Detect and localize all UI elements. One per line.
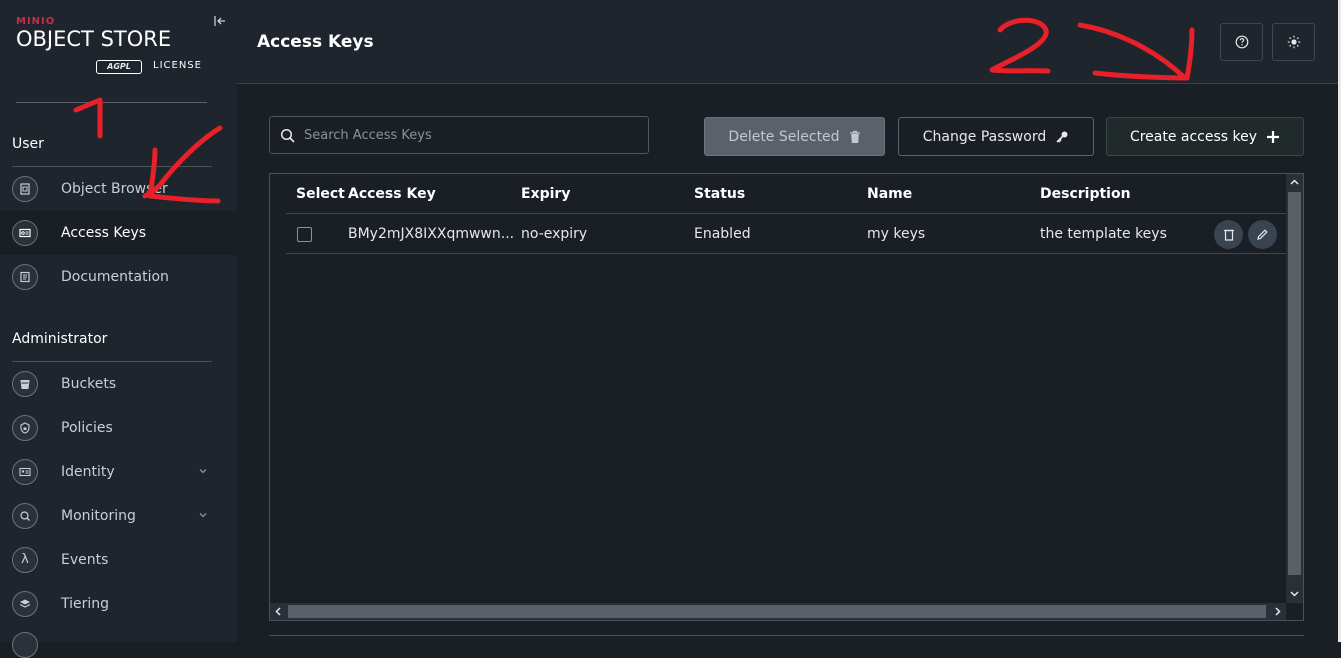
- row-select-checkbox[interactable]: [297, 227, 312, 242]
- cell-access-key: BMy2mJX8IXXqmwwn...: [348, 226, 515, 242]
- edit-row-button[interactable]: [1248, 220, 1277, 249]
- header-divider: [286, 213, 1286, 214]
- trash-icon: [849, 130, 860, 143]
- key-icon: [1056, 131, 1068, 143]
- sidebar-item-label: Access Keys: [61, 225, 147, 241]
- pagination-area: [269, 635, 1304, 642]
- sidebar-item-label: Buckets: [61, 376, 117, 392]
- create-access-key-button[interactable]: Create access key: [1106, 117, 1304, 156]
- vertical-scrollbar[interactable]: [1286, 174, 1303, 603]
- sidebar-item-identity[interactable]: Identity: [0, 450, 237, 494]
- sidebar-item-object-browser[interactable]: Object Browser: [0, 167, 237, 211]
- change-password-label: Change Password: [922, 128, 1047, 145]
- row-divider: [286, 253, 1286, 254]
- trash-icon: [1223, 229, 1234, 241]
- change-password-button[interactable]: Change Password: [898, 117, 1094, 156]
- scroll-down-icon[interactable]: [1289, 588, 1300, 599]
- sidebar-item-label: Tiering: [61, 596, 110, 612]
- sidebar-item-label: Identity: [61, 464, 115, 480]
- cell-name: my keys: [867, 226, 926, 242]
- column-header-description[interactable]: Description: [1040, 186, 1131, 202]
- pencil-icon: [1257, 229, 1268, 240]
- identity-icon: [12, 459, 38, 485]
- column-header-name[interactable]: Name: [867, 186, 912, 202]
- page-title: Access Keys: [257, 32, 374, 52]
- sidebar-item-monitoring[interactable]: Monitoring: [0, 494, 237, 538]
- scroll-left-icon[interactable]: [273, 606, 284, 617]
- sidebar-item-policies[interactable]: Policies: [0, 406, 237, 450]
- chevron-down-icon[interactable]: [198, 466, 210, 478]
- help-button[interactable]: [1220, 23, 1263, 61]
- tiering-icon: [12, 591, 38, 617]
- help-icon: [1235, 35, 1248, 49]
- search-icon: [280, 128, 295, 143]
- column-header-access-key[interactable]: Access Key: [348, 186, 436, 202]
- buckets-icon: [12, 371, 38, 397]
- column-header-select[interactable]: Select: [296, 186, 345, 202]
- section-user-title: User: [12, 136, 44, 152]
- search-input[interactable]: [304, 117, 634, 153]
- cell-status: Enabled: [694, 226, 751, 242]
- section-admin-title: Administrator: [12, 331, 108, 347]
- events-icon: λ: [12, 547, 38, 573]
- search-box[interactable]: [269, 116, 649, 154]
- theme-toggle-button[interactable]: [1272, 23, 1315, 61]
- logo-divider: [16, 102, 207, 103]
- sidebar-item-tiering[interactable]: Tiering: [0, 582, 237, 626]
- access-keys-table: Select Access Key Expiry Status Name Des…: [269, 173, 1304, 621]
- sidebar: MINIO OBJECT STORE AGPL LICENSE User Obj…: [0, 0, 237, 658]
- chevron-down-icon[interactable]: [198, 510, 210, 522]
- sidebar-item-label: Object Browser: [61, 181, 168, 197]
- scroll-up-icon[interactable]: [1289, 177, 1300, 188]
- sidebar-item-events[interactable]: λ Events: [0, 538, 237, 582]
- plus-icon: [1267, 130, 1280, 143]
- sidebar-item-label: Documentation: [61, 269, 169, 285]
- license-badge: AGPL: [96, 60, 142, 74]
- delete-selected-button[interactable]: Delete Selected: [704, 117, 885, 156]
- collapse-sidebar-icon[interactable]: [213, 14, 227, 28]
- cell-expiry: no-expiry: [521, 226, 588, 242]
- scroll-right-icon[interactable]: [1272, 606, 1283, 617]
- sidebar-item-access-keys[interactable]: Access Keys: [0, 211, 237, 255]
- sun-icon: [1287, 35, 1300, 49]
- sidebar-item-buckets[interactable]: Buckets: [0, 362, 237, 406]
- logo-minio: MINIO: [16, 16, 56, 27]
- monitoring-icon: [12, 503, 38, 529]
- create-access-key-label: Create access key: [1129, 128, 1258, 145]
- documentation-icon: [12, 264, 38, 290]
- vertical-scrollbar-thumb[interactable]: [1288, 192, 1301, 575]
- app-logo: MINIO OBJECT STORE AGPL LICENSE: [16, 16, 211, 82]
- access-keys-icon: [12, 220, 38, 246]
- horizontal-scrollbar-thumb[interactable]: [288, 605, 1266, 618]
- object-browser-icon: [12, 176, 38, 202]
- column-header-expiry[interactable]: Expiry: [521, 186, 570, 202]
- license-label: LICENSE: [153, 60, 202, 71]
- logo-product: OBJECT STORE: [16, 27, 172, 51]
- policies-icon: [12, 415, 38, 441]
- sidebar-item-partial-icon[interactable]: [12, 632, 38, 658]
- column-header-status[interactable]: Status: [694, 186, 745, 202]
- sidebar-item-label: Monitoring: [61, 508, 136, 524]
- cell-description: the template keys: [1040, 226, 1167, 242]
- sidebar-item-label: Policies: [61, 420, 113, 436]
- horizontal-scrollbar[interactable]: [270, 603, 1286, 620]
- sidebar-item-label: Events: [61, 552, 109, 568]
- sidebar-item-documentation[interactable]: Documentation: [0, 255, 237, 299]
- header: Access Keys: [237, 0, 1338, 84]
- delete-selected-label: Delete Selected: [728, 128, 840, 145]
- delete-row-button[interactable]: [1214, 220, 1243, 249]
